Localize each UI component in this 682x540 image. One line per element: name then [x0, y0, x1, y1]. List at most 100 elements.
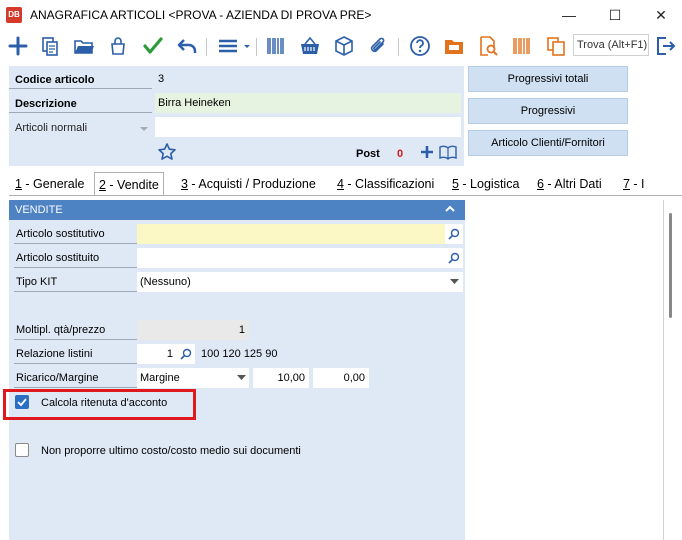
articolo-clienti-fornitori-button[interactable]: Articolo Clienti/Fornitori — [468, 130, 628, 156]
search-doc-icon[interactable] — [476, 34, 500, 58]
ricarico-margine-label: Ricarico/Margine — [16, 372, 99, 384]
tipo-kit-select[interactable]: (Nessuno) — [137, 272, 445, 292]
toolbar-separator — [256, 38, 257, 56]
tab-label: - Classificazioni — [343, 177, 435, 191]
relazione-listini-label: Relazione listini — [16, 348, 93, 360]
help-icon[interactable] — [408, 34, 432, 58]
chevron-down-icon[interactable] — [139, 124, 149, 136]
folder-open-icon[interactable] — [72, 34, 96, 58]
category-select[interactable]: Articoli normali — [15, 122, 87, 134]
relazione-listini-field[interactable]: 1 — [137, 344, 177, 364]
plus-icon[interactable] — [6, 34, 30, 58]
barcode-icon[interactable] — [264, 34, 288, 58]
search-icon[interactable] — [445, 224, 463, 244]
search-icon[interactable] — [445, 248, 463, 268]
tab-key: 1 — [15, 177, 22, 191]
tab-altri-dati[interactable]: 6 - Altri Dati — [533, 172, 606, 196]
tab-classificazioni[interactable]: 4 - Classificazioni — [333, 172, 438, 196]
barcode-orange-icon[interactable] — [510, 34, 534, 58]
tab-key: 3 — [181, 177, 188, 191]
label-underline — [14, 363, 139, 364]
minimize-button[interactable]: — — [554, 4, 584, 26]
copy-orange-icon[interactable] — [544, 34, 568, 58]
tab-key: 4 — [337, 177, 344, 191]
tab-divider — [9, 195, 682, 196]
non-proporre-label[interactable]: Non proporre ultimo costo/costo medio su… — [41, 445, 301, 457]
progressivi-totali-button[interactable]: Progressivi totali — [468, 66, 628, 92]
moltipl-label: Moltipl. qtà/prezzo — [16, 324, 106, 336]
toolbar-separator — [206, 38, 207, 56]
copy-icon[interactable] — [38, 34, 62, 58]
window-title: ANAGRAFICA ARTICOLI <PROVA - AZIENDA DI … — [30, 8, 372, 22]
chevron-down-icon[interactable] — [233, 368, 249, 388]
tab-more[interactable]: 7 - I — [619, 172, 649, 196]
toolbar-separator — [398, 38, 399, 56]
tab-label: - Acquisti / Produzione — [187, 177, 316, 191]
non-proporre-checkbox[interactable] — [15, 443, 29, 457]
close-button[interactable]: ✕ — [646, 4, 676, 26]
label-underline — [9, 112, 152, 113]
progressivi-button[interactable]: Progressivi — [468, 98, 628, 124]
title-bar: DB ANAGRAFICA ARTICOLI <PROVA - AZIENDA … — [0, 0, 682, 30]
undo-icon[interactable] — [175, 34, 199, 58]
description-label: Descrizione — [15, 98, 77, 110]
tab-vendite[interactable]: 2 - Vendite — [94, 172, 164, 196]
book-icon[interactable] — [439, 144, 457, 163]
paperclip-icon[interactable] — [366, 34, 390, 58]
tab-label: - Generale — [21, 177, 85, 191]
tab-logistica[interactable]: 5 - Logistica — [448, 172, 523, 196]
box-icon[interactable] — [332, 34, 356, 58]
menu-icon[interactable] — [216, 34, 252, 58]
moltipl-field[interactable]: 1 — [137, 320, 249, 340]
scrollbar-thumb[interactable] — [669, 213, 672, 318]
tab-key: 7 — [623, 177, 630, 191]
articolo-sostitutivo-field[interactable] — [137, 224, 445, 244]
code-label: Codice articolo — [15, 74, 95, 86]
app-icon: DB — [6, 7, 22, 23]
label-underline — [14, 243, 139, 244]
tab-generale[interactable]: 1 - Generale — [11, 172, 88, 196]
tab-fade — [673, 176, 682, 192]
label-underline — [14, 291, 139, 292]
favorite-star-icon[interactable] — [157, 142, 177, 165]
bag-icon[interactable] — [106, 34, 130, 58]
ricarico-type-select[interactable]: Margine — [137, 368, 233, 388]
tab-acquisti-produzione[interactable]: 3 - Acquisti / Produzione — [177, 172, 320, 196]
highlight-box — [3, 389, 196, 420]
articolo-sostituito-label: Articolo sostituito — [16, 252, 100, 264]
relazione-listini-values: 100 120 125 90 — [201, 348, 278, 360]
label-underline — [14, 339, 139, 340]
post-label: Post — [356, 148, 380, 160]
tab-key: 6 — [537, 177, 544, 191]
code-field[interactable]: 3 — [155, 69, 460, 89]
tab-bar: 1 - Generale 2 - Vendite 3 - Acquisti / … — [9, 172, 682, 196]
margine-value-field[interactable]: 0,00 — [313, 368, 369, 388]
chevron-down-icon[interactable] — [445, 272, 463, 292]
category-extra-field[interactable] — [155, 117, 461, 137]
checkmark-icon[interactable] — [141, 34, 165, 58]
articolo-sostitutivo-label: Articolo sostitutivo — [16, 228, 105, 240]
tab-key: 5 — [452, 177, 459, 191]
add-post-icon[interactable] — [419, 144, 435, 163]
chevron-up-icon[interactable] — [443, 202, 457, 216]
tab-key: 2 — [99, 178, 106, 192]
post-count: 0 — [397, 148, 404, 160]
vendite-panel: VENDITE Articolo sostitutivo Articolo so… — [9, 200, 465, 540]
tab-label: - I — [629, 177, 645, 191]
basket-icon[interactable] — [298, 34, 322, 58]
tab-label: - Vendite — [105, 178, 159, 192]
maximize-button[interactable]: ☐ — [600, 4, 630, 26]
description-field[interactable]: Birra Heineken — [155, 93, 461, 113]
search-input[interactable]: Trova (Alt+F1) — [573, 34, 649, 56]
search-icon[interactable] — [177, 344, 195, 364]
vendite-section-header[interactable]: VENDITE — [9, 200, 465, 220]
exit-icon[interactable] — [653, 34, 677, 58]
tab-label: - Logistica — [458, 177, 520, 191]
label-underline — [14, 387, 139, 388]
section-title: VENDITE — [15, 204, 63, 216]
ricarico-value-field[interactable]: 10,00 — [253, 368, 309, 388]
folder-icon[interactable] — [442, 34, 466, 58]
label-underline — [14, 267, 139, 268]
articolo-sostituito-field[interactable] — [137, 248, 445, 268]
tipo-kit-label: Tipo KIT — [16, 276, 58, 288]
